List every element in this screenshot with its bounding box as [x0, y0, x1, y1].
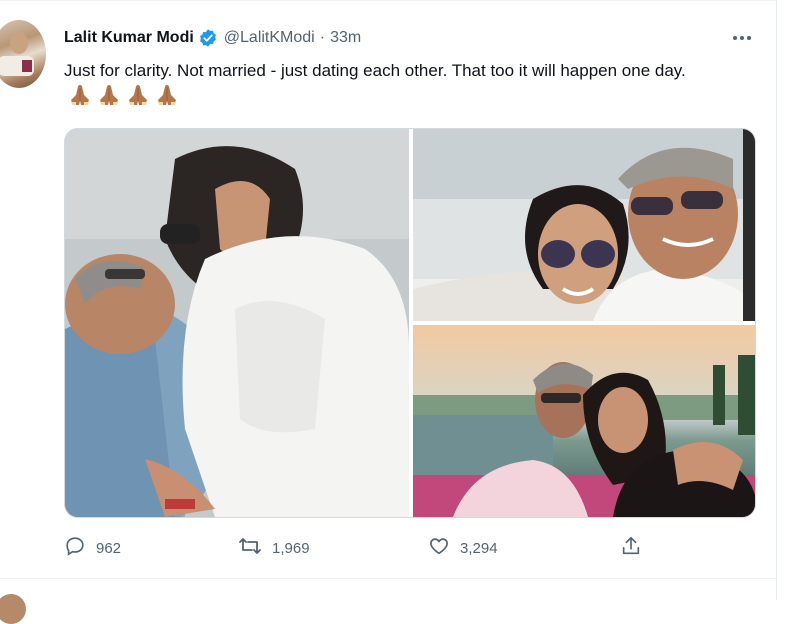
- verified-badge-icon: [198, 28, 218, 48]
- tweet-actions: 962 1,969 3,294: [64, 534, 754, 562]
- retweet-count: 1,969: [272, 539, 310, 557]
- reply-button[interactable]: 962: [64, 534, 121, 562]
- more-icon[interactable]: [728, 26, 756, 50]
- timeline-border: [776, 0, 777, 600]
- tweet-text: Just for clarity. Not married - just dat…: [64, 61, 686, 80]
- folded-hands-icon: [96, 84, 122, 114]
- tweet-header: Lalit Kumar Modi @LalitKModi · 33m: [64, 26, 361, 50]
- like-count: 3,294: [460, 539, 498, 557]
- author-name[interactable]: Lalit Kumar Modi: [64, 29, 194, 47]
- retweet-button[interactable]: 1,969: [238, 534, 310, 562]
- share-button[interactable]: [620, 534, 642, 562]
- top-divider: [0, 0, 776, 1]
- like-icon: [428, 535, 450, 562]
- reply-icon: [64, 535, 86, 562]
- folded-hands-icon: [125, 84, 151, 114]
- folded-hands-icon: [67, 84, 93, 114]
- retweet-icon: [238, 535, 262, 562]
- emoji-row: [64, 84, 180, 114]
- reply-count: 962: [96, 539, 122, 557]
- next-tweet-avatar[interactable]: [0, 594, 26, 624]
- share-icon: [620, 535, 642, 562]
- media-grid: [64, 128, 756, 518]
- photo-2[interactable]: [413, 129, 755, 321]
- photo-1[interactable]: [65, 129, 409, 517]
- author-handle[interactable]: @LalitKModi: [224, 29, 315, 47]
- tweet-text-block: Just for clarity. Not married - just dat…: [64, 58, 754, 114]
- tweet-timestamp[interactable]: 33m: [330, 29, 361, 47]
- bottom-divider: [0, 578, 776, 579]
- author-avatar[interactable]: [0, 20, 46, 88]
- folded-hands-icon: [154, 84, 180, 114]
- photo-3[interactable]: [413, 325, 755, 517]
- header-separator: ·: [319, 29, 326, 46]
- like-button[interactable]: 3,294: [428, 534, 498, 562]
